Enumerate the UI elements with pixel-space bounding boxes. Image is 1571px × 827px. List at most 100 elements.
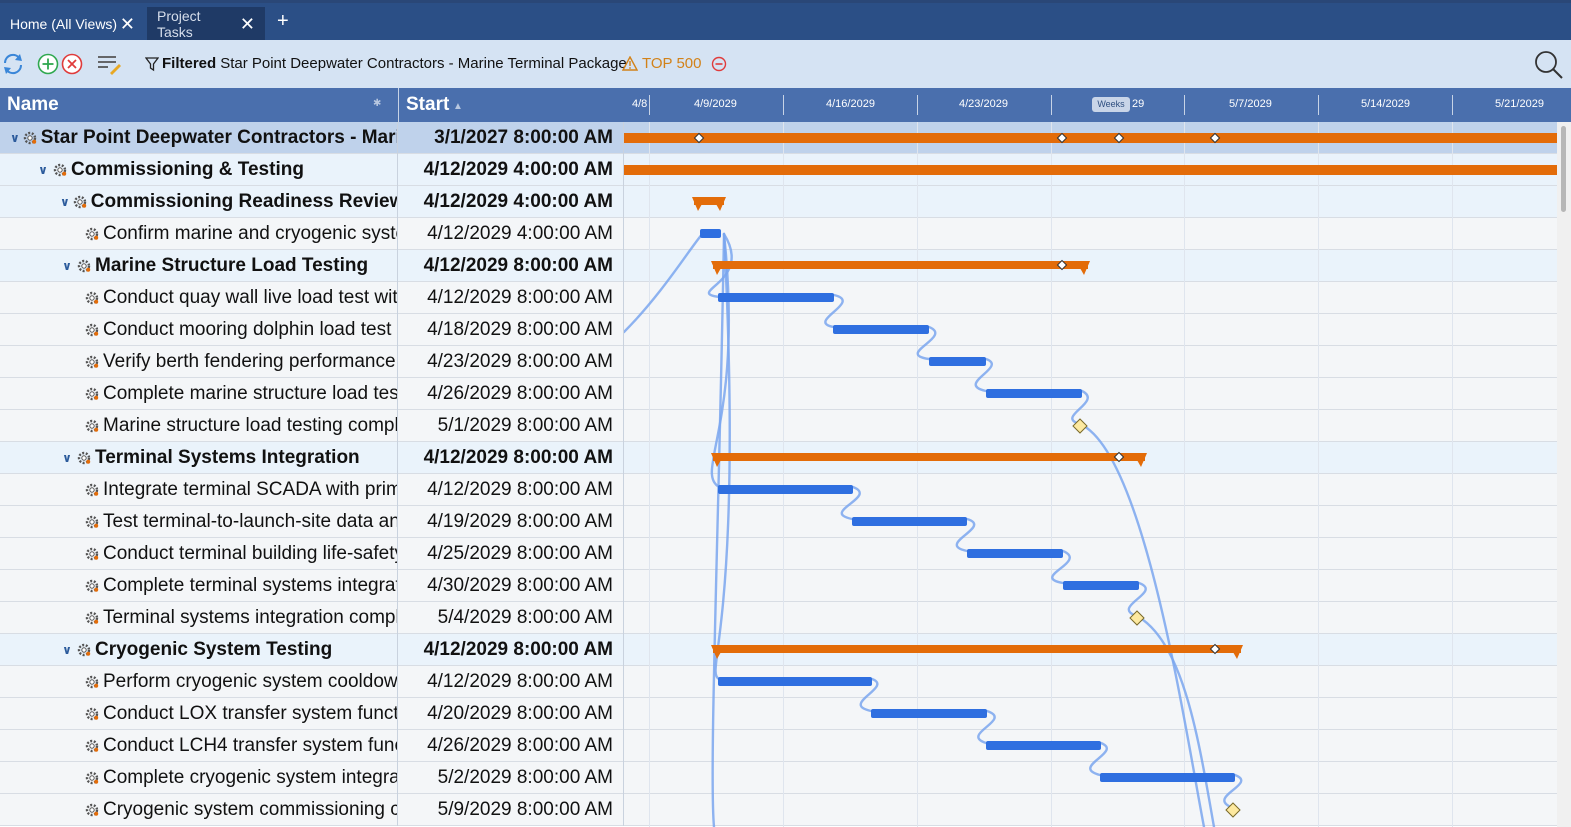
start-cell[interactable]: 4/20/2029 8:00:00 AM [398, 698, 624, 730]
gear-icon [85, 771, 99, 785]
start-cell[interactable]: 4/30/2029 8:00:00 AM [398, 570, 624, 602]
column-header-name[interactable]: Name ✱ [0, 88, 398, 122]
start-cell[interactable]: 4/26/2029 8:00:00 AM [398, 730, 624, 762]
name-cell[interactable]: Conduct quay wall live load test with cr… [0, 282, 398, 314]
edit-list-icon[interactable] [96, 51, 122, 77]
chevron-down-icon[interactable]: ∨ [60, 259, 74, 273]
name-cell[interactable]: Conduct LOX transfer system functional t… [0, 698, 398, 730]
column-header-label: Start [406, 94, 450, 115]
start-cell[interactable]: 4/12/2029 8:00:00 AM [398, 666, 624, 698]
close-icon[interactable]: ✕ [120, 15, 135, 33]
gantt-row-bg [624, 378, 1557, 410]
gear-icon [85, 291, 99, 305]
start-cell[interactable]: 4/12/2029 8:00:00 AM [398, 250, 624, 282]
task-bar [700, 229, 721, 238]
task-name: Conduct LOX transfer system functional t… [103, 703, 398, 724]
gantt-row-bg [624, 538, 1557, 570]
vertical-scrollbar[interactable] [1557, 122, 1571, 827]
name-cell[interactable]: ∨ Cryogenic System Testing [0, 634, 398, 666]
name-cell[interactable]: Complete cryogenic system integration re… [0, 762, 398, 794]
name-cell[interactable]: Conduct mooring dolphin load test [0, 314, 398, 346]
search-icon[interactable] [1532, 48, 1564, 80]
start-cell[interactable]: 5/2/2029 8:00:00 AM [398, 762, 624, 794]
gantt-row-bg [624, 314, 1557, 346]
task-bar [1063, 581, 1139, 590]
start-cell[interactable]: 5/4/2029 8:00:00 AM [398, 602, 624, 634]
name-cell[interactable]: Verify berth fendering performance under… [0, 346, 398, 378]
task-bar [986, 389, 1082, 398]
name-cell[interactable]: Complete marine structure load testing r… [0, 378, 398, 410]
name-cell[interactable]: ∨ Commissioning Readiness Review [0, 186, 398, 218]
task-bar [718, 293, 834, 302]
name-cell[interactable]: ∨ Commissioning & Testing [0, 154, 398, 186]
start-cell[interactable]: 4/26/2029 8:00:00 AM [398, 378, 624, 410]
scrollbar-thumb[interactable] [1561, 126, 1566, 212]
gear-icon [85, 227, 99, 241]
timeline-tick [649, 95, 650, 115]
remove-icon[interactable] [60, 51, 86, 77]
tab-project-tasks[interactable]: Project Tasks ✕ [147, 7, 265, 40]
name-cell[interactable]: Conduct LCH4 transfer system functional … [0, 730, 398, 762]
name-cell[interactable]: Cryogenic system commissioning complete [0, 794, 398, 826]
start-cell[interactable]: 4/23/2029 8:00:00 AM [398, 346, 624, 378]
start-cell[interactable]: 5/9/2029 8:00:00 AM [398, 794, 624, 826]
add-icon[interactable] [36, 51, 62, 77]
pin-icon[interactable]: ✱ [373, 98, 381, 109]
name-cell[interactable]: ∨ Terminal Systems Integration [0, 442, 398, 474]
close-icon[interactable]: ✕ [240, 15, 255, 33]
start-cell[interactable]: 4/12/2029 4:00:00 AM [398, 186, 624, 218]
name-cell[interactable]: Terminal systems integration complete [0, 602, 398, 634]
start-cell[interactable]: 4/12/2029 8:00:00 AM [398, 442, 624, 474]
minus-circle-icon[interactable] [711, 56, 727, 72]
start-cell[interactable]: 4/19/2029 8:00:00 AM [398, 506, 624, 538]
start-cell[interactable]: 3/1/2027 8:00:00 AM [398, 122, 624, 154]
toolbar: Filtered Star Point Deepwater Contractor… [0, 40, 1571, 88]
task-name: Complete cryogenic system integration re… [103, 767, 397, 788]
column-header-start[interactable]: Start ▲ [398, 88, 624, 122]
timescale-badge[interactable]: Weeks [1092, 97, 1130, 112]
tab-home-all-views[interactable]: Home (All Views) ✕ [0, 7, 145, 40]
task-name: Terminal systems integration complete [103, 607, 398, 628]
start-cell[interactable]: 4/12/2029 4:00:00 AM [398, 218, 624, 250]
summary-bar [624, 133, 1557, 143]
name-cell[interactable]: Perform cryogenic system cooldown test [0, 666, 398, 698]
chevron-down-icon[interactable]: ∨ [10, 131, 20, 145]
name-cell[interactable]: Test terminal-to-launch-site data and co… [0, 506, 398, 538]
start-cell[interactable]: 4/25/2029 8:00:00 AM [398, 538, 624, 570]
chevron-down-icon[interactable]: ∨ [36, 163, 50, 177]
name-cell[interactable]: Complete terminal systems integration re… [0, 570, 398, 602]
name-cell[interactable]: Conduct terminal building life-safety sy… [0, 538, 398, 570]
task-name: Marine Structure Load Testing [95, 255, 369, 276]
gear-icon [85, 515, 99, 529]
name-cell[interactable]: Marine structure load testing complete [0, 410, 398, 442]
timeline-date: 5/7/2029 [1229, 98, 1272, 110]
name-cell[interactable]: ∨ Star Point Deepwater Contractors - Mar… [0, 122, 398, 154]
task-name: Integrate terminal SCADA with primary co… [103, 479, 397, 500]
start-cell[interactable]: 4/12/2029 8:00:00 AM [398, 634, 624, 666]
start-cell[interactable]: 4/18/2029 8:00:00 AM [398, 314, 624, 346]
new-tab-button[interactable]: + [277, 10, 289, 33]
chevron-down-icon[interactable]: ∨ [60, 195, 70, 209]
name-cell[interactable]: Integrate terminal SCADA with primary co… [0, 474, 398, 506]
gear-icon [85, 483, 99, 497]
start-cell[interactable]: 4/12/2029 4:00:00 AM [398, 154, 624, 186]
timeline-date: 4/16/2029 [826, 98, 875, 110]
refresh-icon[interactable] [0, 51, 26, 77]
timeline-tick [1318, 95, 1319, 115]
chevron-down-icon[interactable]: ∨ [60, 451, 74, 465]
task-bar [718, 677, 872, 686]
gear-icon [85, 547, 99, 561]
gear-icon [85, 803, 99, 817]
task-name: Terminal Systems Integration [95, 447, 360, 468]
top-limit-warning: TOP 500 [622, 55, 727, 72]
start-cell[interactable]: 4/12/2029 8:00:00 AM [398, 282, 624, 314]
chevron-down-icon[interactable]: ∨ [60, 643, 74, 657]
gear-icon [85, 675, 99, 689]
name-cell[interactable]: ∨ Marine Structure Load Testing [0, 250, 398, 282]
name-cell[interactable]: Confirm marine and cryogenic systems rea… [0, 218, 398, 250]
start-cell[interactable]: 4/12/2029 8:00:00 AM [398, 474, 624, 506]
summary-bar [624, 165, 1557, 175]
task-name: Cryogenic system commissioning complete [103, 799, 397, 820]
gear-icon [85, 323, 99, 337]
start-cell[interactable]: 5/1/2029 8:00:00 AM [398, 410, 624, 442]
